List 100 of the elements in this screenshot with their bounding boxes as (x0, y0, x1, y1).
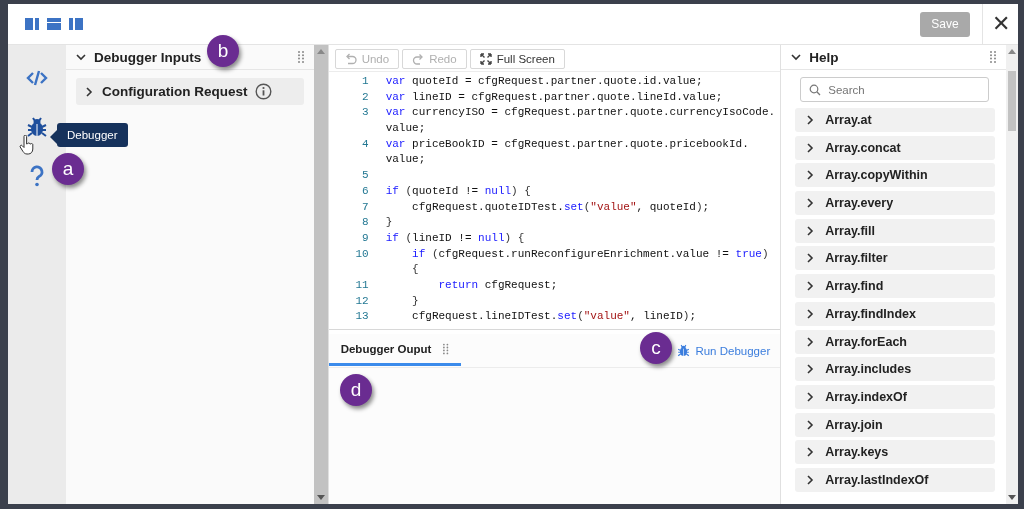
line-number: 5 (361, 168, 370, 184)
help-item-label: Array.findIndex (825, 306, 916, 321)
help-item[interactable]: Array.every (795, 191, 995, 216)
line-number: 6 (361, 183, 370, 199)
help-item[interactable]: Array.keys (795, 440, 995, 465)
code-line: value; (385, 152, 427, 168)
layout-icon[interactable] (69, 18, 83, 30)
help-item[interactable]: Array.fill (795, 218, 995, 243)
bug-icon[interactable] (25, 116, 48, 138)
chevron-right-icon (805, 364, 816, 375)
help-item-label: Array.every (825, 196, 894, 211)
line-number: 4 (361, 136, 370, 152)
help-item-label: Array.copyWithin (825, 168, 928, 183)
chevron-right-icon (805, 419, 816, 430)
tooltip-arrow (50, 130, 57, 144)
hand-cursor-icon (19, 135, 34, 155)
code-line: value; (385, 121, 427, 137)
bug-icon (677, 344, 691, 357)
line-number: 2 (361, 89, 370, 105)
accordion-label: Configuration Request (101, 84, 248, 99)
search-field[interactable]: Search (800, 77, 989, 102)
chevron-right-icon (805, 281, 816, 292)
help-item[interactable]: Array.copyWithin (795, 163, 995, 188)
help-item[interactable]: Array.includes (795, 357, 995, 382)
line-number: 10 (354, 246, 370, 262)
code-line: if (lineID != null) { (385, 230, 525, 246)
help-item[interactable]: Array.concat (795, 135, 995, 160)
help-item[interactable]: Array.filter (795, 246, 995, 271)
help-item-label: Array.join (825, 417, 883, 432)
help-item-label: Array.keys (825, 445, 889, 460)
drag-handle-icon[interactable] (297, 51, 304, 63)
line-number: 9 (361, 230, 370, 246)
help-item[interactable]: Array.at (795, 108, 995, 132)
chevron-right-icon (805, 336, 816, 347)
line-number: 13 (354, 309, 370, 325)
help-item-label: Array.filter (825, 251, 888, 266)
redo-icon (412, 53, 425, 65)
scrollbar[interactable] (1006, 45, 1018, 504)
code-line: if (quoteId != null) { (385, 183, 531, 199)
code-line: var currencyISO = cfgRequest.partner.quote.currencyIsoCode. (385, 105, 776, 121)
accordion-item[interactable]: Configuration Request (75, 78, 304, 105)
line-number: 8 (361, 215, 370, 231)
chevron-right-icon (805, 253, 816, 264)
line-number: 7 (361, 199, 370, 215)
code-line: var priceBookID = cfgRequest.partner.quote.pricebookId. (385, 136, 749, 152)
layout-icon[interactable] (25, 18, 39, 30)
chevron-down-icon[interactable] (791, 52, 802, 62)
code-line: cfgRequest.quoteIDTest.set("value", quoteId); (411, 199, 710, 215)
panel-header[interactable]: Help (781, 45, 1006, 70)
help-item[interactable]: Array.lastIndexOf (795, 467, 995, 492)
panel-title: Help (809, 49, 839, 65)
code-editor[interactable] (328, 71, 781, 330)
line-number: 11 (354, 278, 370, 294)
line-number: 3 (361, 105, 370, 121)
chevron-right-icon (805, 225, 816, 236)
help-item-label: Array.find (825, 279, 884, 294)
scrollbar-thumb[interactable] (1008, 71, 1016, 131)
code-line: var lineID = cfgRequest.partner.quote.lineId.value; (385, 89, 723, 105)
help-item-label: Array.fill (825, 223, 875, 238)
help-item[interactable]: Array.forEach (795, 329, 995, 354)
code-line: } (411, 293, 419, 309)
expand-icon (479, 53, 492, 65)
drag-handle-icon[interactable] (990, 51, 996, 63)
code-line: var quoteId = cfgRequest.partner.quote.id.value; (385, 74, 703, 89)
chevron-right-icon (805, 447, 816, 458)
help-item[interactable]: Array.indexOf (795, 384, 995, 409)
tooltip: Debugger (57, 123, 128, 147)
drag-handle-icon (443, 343, 449, 355)
code-line: } (385, 215, 393, 231)
help-item-label: Array.forEach (825, 334, 907, 349)
chevron-right-icon (805, 391, 816, 402)
chevron-right-icon (805, 474, 816, 485)
scroll-down-icon[interactable] (1008, 495, 1016, 501)
code-line: if (cfgRequest.runReconfigureEnrichment.value != true) (411, 246, 769, 262)
line-number: 12 (354, 293, 370, 309)
info-icon[interactable] (255, 83, 273, 100)
chevron-right-icon (805, 115, 816, 125)
scroll-up-icon[interactable] (1008, 48, 1016, 54)
help-item[interactable]: Array.join (795, 412, 995, 437)
help-item-label: Array.concat (825, 140, 901, 155)
chevron-right-icon (805, 170, 816, 181)
fullscreen-button[interactable]: Full Screen (469, 49, 565, 69)
help-item[interactable]: Array.find (795, 274, 995, 299)
help-item[interactable]: Array.findIndex (795, 301, 995, 326)
layout-icon[interactable] (47, 18, 61, 30)
scroll-down-icon[interactable] (316, 495, 325, 501)
undo-icon (344, 53, 357, 65)
chevron-right-icon (805, 198, 816, 209)
run-debugger-button[interactable]: Run Debugger (677, 344, 771, 357)
chevron-down-icon[interactable] (75, 52, 86, 62)
help-item-label: Array.lastIndexOf (825, 472, 929, 487)
code-line: return cfgRequest; (437, 278, 558, 294)
line-number: 1 (361, 74, 370, 89)
search-icon (809, 84, 822, 96)
chevron-right-icon (805, 308, 816, 319)
panel-title: Debugger Inputs (93, 49, 202, 65)
help-item-label: Array.indexOf (825, 389, 907, 404)
code-line: { (411, 262, 420, 278)
chevron-right-icon (805, 142, 816, 153)
help-item-label: Array.at (825, 113, 872, 127)
